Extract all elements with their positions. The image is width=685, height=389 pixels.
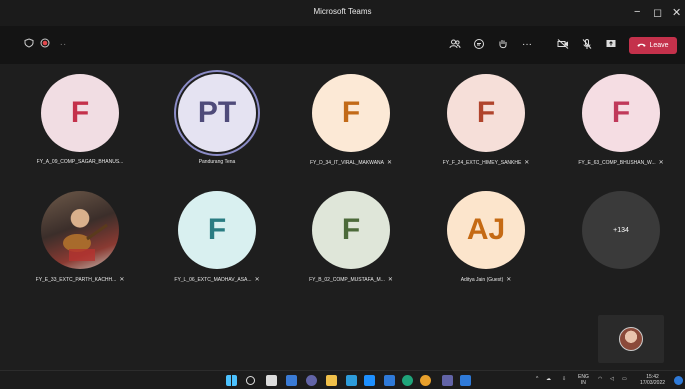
guitar-photo-icon — [63, 223, 108, 261]
teams-chat-icon[interactable] — [306, 375, 317, 386]
avatar-photo — [41, 191, 119, 269]
wifi-icon[interactable]: ◠ — [598, 376, 602, 382]
teams-icon[interactable] — [442, 375, 453, 386]
windows-taskbar: ^ ☁ ⇩ ENG IN ◠ ◁ ▭ 15:42 17/03/2022 — [0, 370, 685, 389]
participant-tile[interactable]: PT Pandurang Tena — [157, 74, 277, 184]
more-options-icon[interactable]: ··· — [520, 38, 534, 52]
participant-gallery: F FY_A_09_COMP_SAGAR_BHANUS... PT Pandur… — [0, 64, 685, 370]
mic-off-icon[interactable] — [580, 38, 594, 52]
maximize-button[interactable]: ◻ — [653, 6, 662, 19]
notification-icon[interactable] — [674, 376, 683, 385]
store-icon[interactable] — [346, 375, 357, 386]
mail-icon[interactable] — [364, 375, 375, 386]
participant-name: Pandurang Tena — [198, 159, 236, 165]
mic-off-icon: ✕ — [119, 277, 125, 283]
participant-name: FY_F_24_EXTC_HIMEY_SANKHE — [442, 159, 522, 166]
avatar: F — [312, 191, 390, 269]
overflow-count: +134 — [582, 191, 660, 269]
word-icon[interactable] — [384, 375, 395, 386]
search-icon[interactable] — [246, 376, 255, 385]
minimize-button[interactable]: − — [634, 6, 640, 18]
participant-tile[interactable]: F FY_D_34_IT_VIRAL_MAKWANA ✕ — [291, 74, 411, 184]
clock-date: 17/03/2022 — [640, 380, 666, 386]
recording-icon — [38, 38, 52, 52]
participant-name: FY_E_63_COMP_BHUSHAN_W... — [578, 159, 656, 166]
leave-label: Leave — [649, 42, 669, 49]
clock[interactable]: 15:42 17/03/2022 — [640, 374, 665, 386]
participant-name: FY_E_33_EXTC_PARTH_KACHH... — [35, 276, 117, 283]
close-button[interactable]: ✕ — [672, 6, 681, 19]
camera-off-icon[interactable] — [556, 38, 570, 52]
mic-off-icon: ✕ — [524, 160, 530, 166]
raise-hand-icon[interactable] — [496, 38, 510, 52]
tray-cloud-icon[interactable]: ☁ — [546, 376, 551, 382]
file-explorer-icon[interactable] — [326, 375, 337, 386]
timer-icon: ·· — [59, 39, 67, 50]
start-icon[interactable] — [226, 375, 237, 386]
avatar: PT — [178, 74, 256, 152]
participant-name: FY_D_34_IT_VIRAL_MAKWANA — [309, 159, 384, 166]
photos-icon[interactable] — [460, 375, 471, 386]
tray-chevron-icon[interactable]: ^ — [536, 376, 538, 382]
participant-name: Aditya Jain (Guest) — [460, 276, 504, 283]
participant-tile[interactable]: AJ Aditya Jain (Guest) ✕ — [426, 191, 546, 301]
participant-name: FY_A_09_COMP_SAGAR_BHANUS... — [36, 159, 124, 165]
participant-tile[interactable]: F FY_L_06_EXTC_MADHAV_ASA... ✕ — [157, 191, 277, 301]
shield-icon[interactable] — [22, 38, 36, 52]
leave-button[interactable]: Leave — [629, 37, 677, 54]
participant-tile[interactable]: F FY_B_02_COMP_MUSTAFA_M... ✕ — [291, 191, 411, 301]
avatar: F — [312, 74, 390, 152]
share-screen-icon[interactable] — [604, 38, 618, 52]
window-title: Microsoft Teams — [313, 7, 372, 16]
tray-usb-icon[interactable]: ⇩ — [562, 376, 566, 382]
participant-tile[interactable]: F FY_A_09_COMP_SAGAR_BHANUS... — [20, 74, 140, 184]
phone-hangup-icon — [637, 42, 646, 50]
avatar: F — [447, 74, 525, 152]
avatar: F — [178, 191, 256, 269]
chat-icon[interactable] — [472, 38, 486, 52]
mic-off-icon: ✕ — [658, 160, 664, 166]
avatar: AJ — [447, 191, 525, 269]
mic-off-icon: ✕ — [506, 277, 512, 283]
participant-tile[interactable]: FY_E_33_EXTC_PARTH_KACHH... ✕ — [20, 191, 140, 301]
mic-off-icon: ✕ — [254, 277, 260, 283]
participant-name: FY_B_02_COMP_MUSTAFA_M... — [309, 276, 385, 283]
mic-off-icon: ✕ — [386, 160, 393, 166]
region-code: IN — [580, 380, 586, 386]
task-view-icon[interactable] — [266, 375, 277, 386]
language-indicator[interactable]: ENG IN — [578, 374, 589, 386]
volume-icon[interactable]: ◁ — [610, 376, 614, 382]
participant-tile[interactable]: F FY_E_63_COMP_BHUSHAN_W... ✕ — [561, 74, 681, 184]
avatar: F — [582, 74, 660, 152]
avatar: F — [41, 74, 119, 152]
participants-icon[interactable] — [448, 38, 462, 52]
participant-tile[interactable]: F FY_F_24_EXTC_HIMEY_SANKHE ✕ — [426, 74, 546, 184]
title-bar: Microsoft Teams − ◻ ✕ — [0, 0, 685, 26]
participant-name: FY_L_06_EXTC_MADHAV_ASA... — [174, 276, 252, 283]
meeting-toolbar: ·· ··· — [0, 26, 685, 79]
overflow-tile[interactable]: +134 — [561, 191, 681, 301]
battery-icon[interactable]: ▭ — [622, 376, 627, 382]
self-video-preview[interactable] — [598, 315, 664, 363]
chrome-icon[interactable] — [420, 375, 431, 386]
mic-off-icon: ✕ — [387, 277, 393, 283]
edge-icon[interactable] — [402, 375, 413, 386]
widgets-icon[interactable] — [286, 375, 297, 386]
self-avatar — [619, 327, 643, 351]
